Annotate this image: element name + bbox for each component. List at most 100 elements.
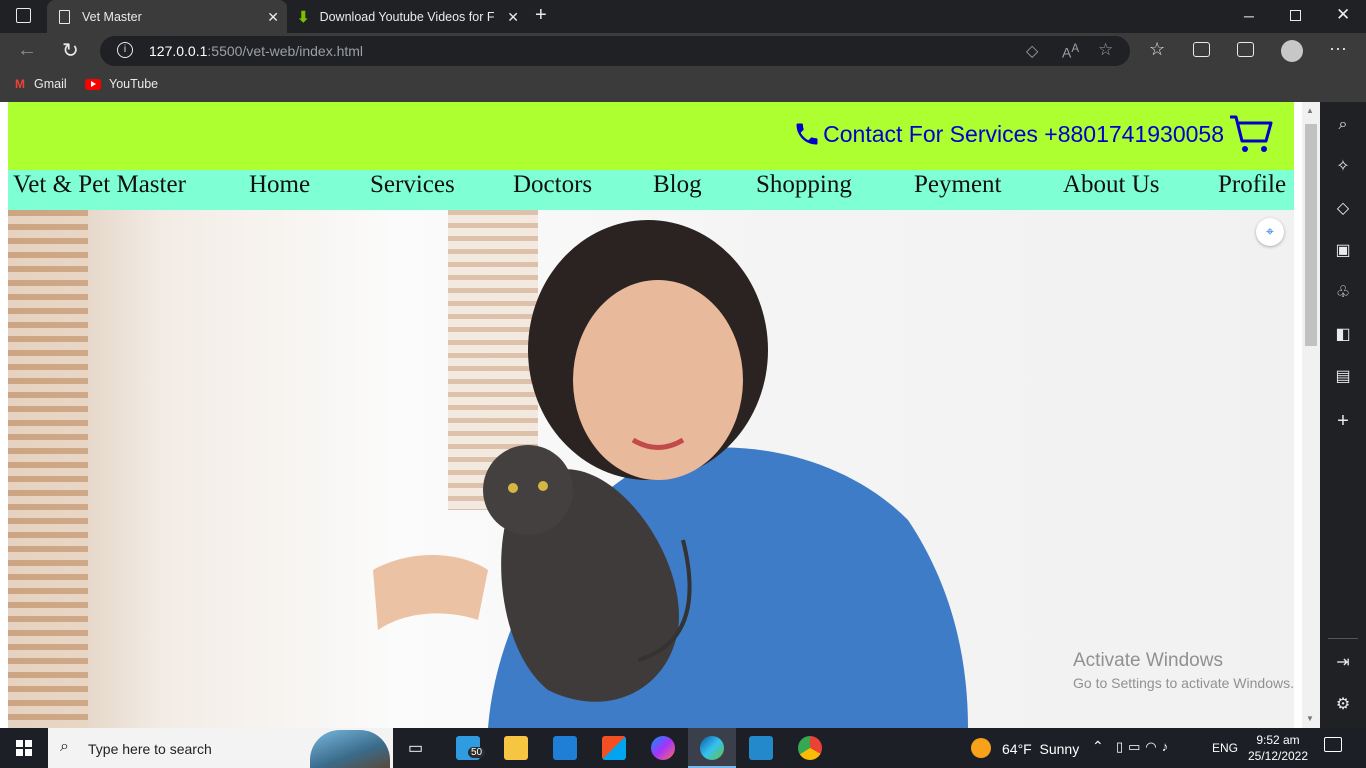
search-highlight-image xyxy=(310,730,390,768)
search-icon[interactable]: ⌕ xyxy=(1332,114,1354,136)
gmail-icon: M xyxy=(15,77,25,91)
back-icon[interactable]: ← xyxy=(17,39,37,62)
page-viewport: Contact For Services +8801741930058 Vet … xyxy=(0,102,1302,728)
show-hidden-icons[interactable]: ⌃ xyxy=(1092,738,1104,755)
scroll-up-icon[interactable]: ▲ xyxy=(1306,106,1314,115)
settings-gear-icon[interactable]: ⚙ xyxy=(1332,694,1354,716)
weather-text[interactable]: 64°F Sunny xyxy=(1002,741,1079,757)
office-icon[interactable]: ◧ xyxy=(1332,324,1354,346)
edge-active-tab[interactable] xyxy=(688,728,736,768)
taskbar-search-box[interactable]: ⌕ Type here to search xyxy=(48,728,393,768)
scroll-down-icon[interactable]: ▼ xyxy=(1306,714,1314,723)
close-tab-icon[interactable]: ✕ xyxy=(267,9,279,26)
window-blinds xyxy=(8,210,88,728)
windows-start-icon[interactable] xyxy=(16,740,32,756)
discover-icon[interactable]: ✧ xyxy=(1332,156,1354,178)
page-scrollbar[interactable]: ▲ ▼ xyxy=(1302,102,1320,728)
phone-icon xyxy=(796,123,818,145)
browser-essentials-icon[interactable] xyxy=(1237,42,1254,57)
clock[interactable]: 9:52 am 25/12/2022 xyxy=(1246,732,1310,764)
nav-profile[interactable]: Profile xyxy=(1218,170,1286,210)
tag-icon[interactable]: ◇ xyxy=(1026,41,1038,61)
language-indicator[interactable]: ENG xyxy=(1212,741,1238,755)
search-placeholder: Type here to search xyxy=(88,741,212,757)
vscode-icon[interactable] xyxy=(749,736,773,760)
nav-shopping[interactable]: Shopping xyxy=(756,170,852,210)
browser-tab-strip: Vet Master ✕ ⬇ Download Youtube Videos f… xyxy=(0,0,1366,33)
nav-doctors[interactable]: Doctors xyxy=(513,170,592,210)
read-aloud-icon[interactable]: AA xyxy=(1062,42,1079,61)
system-tray-icons[interactable]: ▯▭◠♪ xyxy=(1116,739,1173,755)
vet-with-cat-illustration xyxy=(373,220,968,728)
bookmarks-bar: M Gmail YouTube xyxy=(0,69,1366,102)
clock-date: 25/12/2022 xyxy=(1247,749,1309,763)
nav-services[interactable]: Services xyxy=(370,170,455,210)
close-window-icon[interactable]: ✕ xyxy=(1336,5,1350,25)
notification-count-badge: 50 xyxy=(468,747,486,758)
games-icon[interactable]: ♧ xyxy=(1332,282,1354,304)
notifications-icon[interactable] xyxy=(1324,737,1342,752)
messenger-icon[interactable] xyxy=(651,736,675,760)
activate-windows-watermark: Activate Windows Go to Settings to activ… xyxy=(1073,650,1294,691)
brand-name[interactable]: Vet & Pet Master xyxy=(13,170,186,210)
download-arrow-icon: ⬇ xyxy=(297,8,310,26)
shopping-tag-icon[interactable]: ◇ xyxy=(1332,198,1354,220)
url-text: 127.0.0.1:5500/vet-web/index.html xyxy=(149,43,363,59)
main-navigation: Vet & Pet Master Home Services Doctors B… xyxy=(8,170,1294,210)
browser-toolbar: ← ↻ i 127.0.0.1:5500/vet-web/index.html … xyxy=(0,33,1366,69)
close-tab-icon[interactable]: ✕ xyxy=(507,9,519,26)
bookmark-label: Gmail xyxy=(34,77,67,91)
add-favorite-icon[interactable]: ☆ xyxy=(1098,40,1113,60)
tab-vet-master[interactable]: Vet Master ✕ xyxy=(47,0,287,33)
clock-time: 9:52 am xyxy=(1256,733,1300,747)
nav-payment[interactable]: Peyment xyxy=(914,170,1002,210)
task-view-icon[interactable]: ▭ xyxy=(408,738,423,758)
tab-title: Download Youtube Videos for Fr xyxy=(319,9,495,24)
nav-home[interactable]: Home xyxy=(249,170,310,210)
cart-icon[interactable] xyxy=(1228,113,1274,155)
hide-sidebar-icon[interactable]: ⇥ xyxy=(1332,652,1354,674)
tab-actions-icon[interactable] xyxy=(16,8,31,23)
windows-taskbar: ⌕ Type here to search ▭ 50 64°F Sunny ⌃ … xyxy=(0,728,1366,768)
bookmark-label: YouTube xyxy=(109,77,159,91)
url-host: 127.0.0.1 xyxy=(149,43,208,59)
nav-about-us[interactable]: About Us xyxy=(1063,170,1160,210)
nav-blog[interactable]: Blog xyxy=(653,170,702,210)
sun-icon xyxy=(971,738,991,758)
file-explorer-icon[interactable] xyxy=(504,736,528,760)
minimize-icon[interactable]: ─ xyxy=(1244,8,1254,24)
collections-icon[interactable] xyxy=(1193,42,1210,57)
watermark-subtitle: Go to Settings to activate Windows. xyxy=(1073,675,1294,691)
bookmark-youtube[interactable]: YouTube xyxy=(85,77,158,91)
tab-youtube-downloader[interactable]: ⬇ Download Youtube Videos for Fr ✕ xyxy=(287,0,527,33)
search-icon: ⌕ xyxy=(60,738,69,755)
favorites-icon[interactable]: ☆ xyxy=(1149,39,1165,60)
refresh-icon[interactable]: ↻ xyxy=(62,38,79,63)
watermark-title: Activate Windows xyxy=(1073,650,1223,671)
outlook-icon[interactable]: ▤ xyxy=(1332,366,1354,388)
bookmark-gmail[interactable]: M Gmail xyxy=(15,77,67,91)
browser-sidebar: ⌕ ✧ ◇ ▣ ♧ ◧ ▤ + ⇥ ⚙ xyxy=(1320,102,1366,728)
scroll-thumb[interactable] xyxy=(1305,124,1317,346)
add-sidebar-app-icon[interactable]: + xyxy=(1332,410,1354,432)
new-tab-icon[interactable]: + xyxy=(535,4,547,27)
sidebar-divider xyxy=(1328,638,1358,639)
youtube-icon xyxy=(85,78,101,90)
site-info-icon[interactable]: i xyxy=(117,42,133,58)
tools-icon[interactable]: ▣ xyxy=(1332,240,1354,262)
store-icon[interactable] xyxy=(602,736,626,760)
contact-bar: Contact For Services +8801741930058 xyxy=(8,102,1294,170)
profile-avatar[interactable] xyxy=(1281,40,1303,62)
url-path: :5500/vet-web/index.html xyxy=(207,43,364,59)
more-menu-icon[interactable]: ··· xyxy=(1329,38,1347,59)
tab-title: Vet Master xyxy=(82,9,142,24)
chrome-icon[interactable] xyxy=(798,736,822,760)
visual-search-icon[interactable]: ⌖ xyxy=(1256,218,1284,246)
page-icon xyxy=(59,9,70,24)
restore-icon[interactable] xyxy=(1290,10,1301,21)
mail-icon[interactable] xyxy=(553,736,577,760)
address-bar[interactable]: i 127.0.0.1:5500/vet-web/index.html ◇ AA… xyxy=(100,36,1130,66)
contact-text: Contact For Services +8801741930058 xyxy=(823,120,1224,147)
contact-info[interactable]: Contact For Services +8801741930058 xyxy=(793,114,1274,154)
edge-icon xyxy=(700,736,724,760)
